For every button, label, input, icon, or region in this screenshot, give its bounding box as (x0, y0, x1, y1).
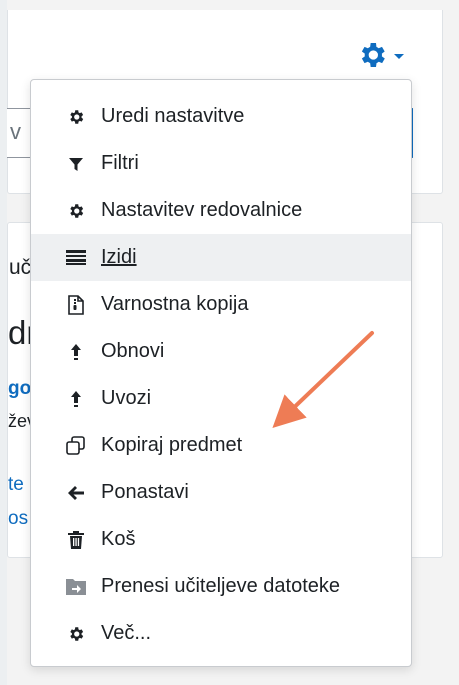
menu-item-label: Izidi (101, 246, 137, 268)
partial-text: uč (9, 256, 32, 279)
menu-item-label: Kopiraj predmet (101, 434, 243, 456)
page-margin (0, 0, 7, 685)
upload-icon (66, 389, 86, 409)
menu-item-kos[interactable]: Koš (31, 516, 411, 563)
filter-icon (66, 154, 86, 174)
menu-list: Uredi nastavitve Filtri Nastavitev redov… (31, 80, 411, 657)
menu-item-uvozi[interactable]: Uvozi (31, 375, 411, 422)
menu-item-label: Ponastavi (101, 481, 189, 503)
menu-item-label: Prenesi učiteljeve datoteke (101, 575, 341, 597)
copy-icon (66, 435, 86, 456)
caret-down-icon (394, 53, 404, 59)
menu-item-nastavitev-redovalnice[interactable]: Nastavitev redovalnice (31, 187, 411, 234)
partial-link[interactable]: os (8, 508, 28, 530)
gear-icon (356, 39, 388, 71)
menu-item-ponastavi[interactable]: Ponastavi (31, 469, 411, 516)
menu-item-vec[interactable]: Več... (31, 610, 411, 657)
menu-item-obnovi[interactable]: Obnovi (31, 328, 411, 375)
menu-item-label: Uvozi (101, 387, 152, 409)
arrow-left-icon (66, 483, 86, 503)
menu-item-filtri[interactable]: Filtri (31, 140, 411, 187)
menu-item-izidi[interactable]: Izidi (31, 234, 411, 281)
trash-icon (66, 530, 86, 550)
upload-icon (66, 342, 86, 362)
menu-item-label: Filtri (101, 152, 139, 174)
menu-item-label: Varnostna kopija (101, 293, 249, 315)
menu-item-label: Uredi nastavitve (101, 105, 245, 127)
menu-item-label: Obnovi (101, 340, 165, 362)
menu-item-label: Koš (101, 528, 136, 550)
gear-icon (66, 624, 86, 644)
menu-item-prenesi-uciteljeve-datoteke[interactable]: Prenesi učiteljeve datoteke (31, 563, 411, 610)
menu-item-label: Nastavitev redovalnice (101, 199, 303, 221)
partial-link[interactable]: te (8, 474, 24, 496)
gear-icon (66, 201, 86, 221)
menu-item-varnostna-kopija[interactable]: Varnostna kopija (31, 281, 411, 328)
outcomes-icon (66, 248, 86, 268)
partial-link[interactable]: go (8, 378, 31, 400)
folder-download-icon (66, 577, 86, 597)
settings-menu-toggle[interactable] (356, 38, 404, 72)
menu-item-uredi-nastavitve[interactable]: Uredi nastavitve (31, 93, 411, 140)
search-input-text: v (10, 119, 21, 144)
settings-dropdown-menu: Uredi nastavitve Filtri Nastavitev redov… (30, 79, 412, 667)
menu-item-label: Več... (101, 622, 152, 644)
menu-item-kopiraj-predmet[interactable]: Kopiraj predmet (31, 422, 411, 469)
gear-icon (66, 107, 86, 127)
file-archive-icon (66, 294, 86, 315)
